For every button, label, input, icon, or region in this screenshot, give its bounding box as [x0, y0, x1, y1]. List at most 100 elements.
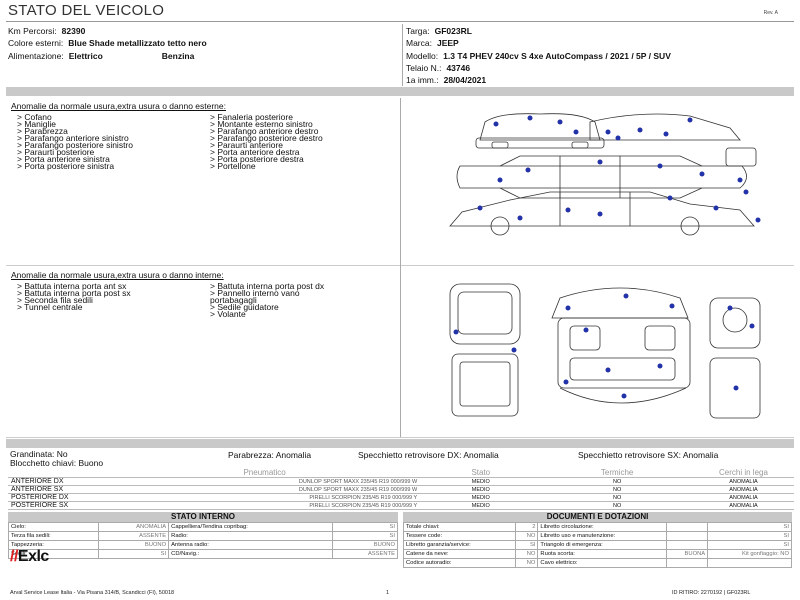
cell: ANOMALIA — [97, 522, 170, 532]
km-row: Km Percorsi: 82390 — [8, 25, 402, 37]
cell: Totale chiavi: — [402, 522, 517, 532]
table-row: Sedili: SI CD/Navig.: ASSENTE — [8, 549, 398, 559]
colore-row: Colore esterni: Blue Shade metallizzato t… — [8, 37, 402, 49]
cell: SI — [707, 522, 792, 532]
marca-value: JEEP — [436, 38, 459, 49]
tyre-cerchi: ANOMALIA — [692, 485, 794, 494]
cell: Codice autoradio: — [402, 558, 517, 568]
alimentazione-value: Elettrico — [68, 50, 103, 61]
cell: 2 — [515, 522, 539, 532]
table-row: ANTERIORE DX DUNLOP SPORT MAXX 235/45 R1… — [8, 477, 794, 486]
documenti-table: Totale chiavi: 2 Libretto circolazione: SI … — [402, 522, 792, 568]
km-value: 82390 — [61, 26, 86, 36]
km-label: Km Percorsi: — [8, 26, 57, 36]
revision-label: Rev. A — [763, 10, 778, 16]
external-list-1: > Cofano > Maniglie > Parabrezza > Paraf… — [17, 113, 133, 171]
tyre-position: ANTERIORE SX — [8, 485, 110, 494]
internal-list-2: > Battuta interna porta post dx > Pannel… — [210, 282, 324, 319]
alimentazione-value-2: Benzina — [161, 50, 195, 61]
interior-damage-markers — [453, 293, 755, 399]
cell — [665, 540, 709, 550]
tyres-table: Pneumatico Stato Termiche Cerchi in lega… — [8, 468, 794, 510]
table-row: Terza fila sedili: ASSENTE Radio: SI — [8, 531, 398, 541]
tyre-stato: MEDIO — [420, 501, 542, 510]
internal-list-1: > Battuta interna porta ant sx > Battuta… — [17, 282, 131, 312]
documenti-title: DOCUMENTI E DOTAZIONI — [403, 512, 792, 522]
targa-row: Targa: GF023RL — [406, 25, 794, 37]
tyre-model: PIRELLI SCORPION 235/45 R19 000/999 Y — [109, 501, 421, 510]
cell: Tessere code: — [402, 531, 517, 541]
tyre-termiche: NO — [541, 493, 693, 502]
footer-address: Arval Service Lease Italia - Via Pisana … — [10, 590, 175, 596]
cell: SI — [707, 540, 792, 550]
imm-label: 1a imm.: — [406, 75, 439, 86]
specchietto-dx-status: Specchietto retrovisore DX: Anomalia — [358, 450, 499, 460]
external-title: Anomalie da normale usura,extra usura o … — [11, 101, 226, 111]
tyre-model: PIRELLI SCORPION 235/45 R19 000/999 Y — [109, 493, 421, 502]
cell: NO — [515, 531, 539, 541]
cell: BUONA — [665, 549, 709, 559]
cell: Libretto circolazione: — [537, 522, 667, 532]
cell — [665, 522, 709, 532]
telaio-value: 43746 — [446, 62, 471, 73]
vehicle-info-left: Km Percorsi: 82390 Colore esterni: Blue Sh… — [8, 25, 402, 62]
table-row: Tappezzeria: BUONO Antenna radio: BUONO — [8, 540, 398, 550]
stato-interno-section: STATO INTERNO Cielo: ANOMALIA Cappelliera/… — [8, 512, 398, 559]
cell: Cavo elettrico: — [537, 558, 667, 568]
tyre-cerchi: ANOMALIA — [692, 501, 794, 510]
cell: Catene da neve: — [402, 549, 517, 559]
external-item: > Portellone — [210, 161, 256, 171]
modello-row: Modello: 1.3 T4 PHEV 240cv S 4xe AutoComp… — [406, 50, 794, 62]
stato-interno-title: STATO INTERNO — [8, 512, 398, 522]
tyre-position: POSTERIORE SX — [8, 501, 110, 510]
cell: SI — [707, 531, 792, 541]
exterior-damage-markers — [477, 115, 761, 223]
cell: Cappelliera/Tendina copribag: — [168, 522, 334, 532]
alimentazione-label: Alimentazione: — [8, 50, 64, 61]
modello-value: 1.3 T4 PHEV 240cv S 4xe AutoCompass / 20… — [443, 50, 671, 61]
cell: Terza fila sedili: — [8, 531, 99, 541]
immatricolazione-row: 1a imm.: 28/04/2021 — [406, 74, 794, 86]
marca-row: Marca: JEEP — [406, 37, 794, 49]
table-row: POSTERIORE DX PIRELLI SCORPION 235/45 R1… — [8, 493, 794, 502]
modello-label: Modello: — [406, 50, 439, 61]
tyre-model: DUNLOP SPORT MAXX 235/45 R19 000/999 W — [109, 477, 421, 486]
cell — [707, 558, 792, 568]
section-band-2 — [6, 439, 794, 448]
parabrezza-status: Parabrezza: Anomalia — [228, 450, 312, 460]
external-list-2: > Fanaleria posteriore > Montante estern… — [210, 113, 323, 171]
tyre-stato: MEDIO — [420, 493, 542, 502]
vehicle-info-right: Targa: GF023RL Marca: JEEP Modello: 1.3 T4 … — [406, 25, 794, 86]
colore-value: Blue Shade metallizzato tetto nero — [68, 38, 207, 49]
cerchi-header: Cerchi in lega — [692, 468, 794, 478]
internal-item: > Volante — [210, 309, 246, 319]
section-band — [6, 87, 794, 96]
marca-label: Marca: — [406, 38, 432, 49]
cell: SI — [332, 531, 398, 541]
cell: SI — [332, 522, 398, 532]
cell: BUONO — [332, 540, 398, 550]
cell: NO — [515, 558, 539, 568]
colore-label: Colore esterni: — [8, 38, 64, 49]
targa-value: GF023RL — [434, 26, 472, 36]
status-line: Grandinata: No Blocchetto chiavi: Buono — [10, 450, 103, 468]
table-row: Codice autoradio: NO Cavo elettrico: — [402, 558, 792, 568]
table-row: Tessere code: NO Libretto uso e manutenzio… — [402, 531, 792, 541]
footer-page-number: 1 — [386, 590, 390, 596]
table-row: Cielo: ANOMALIA Cappelliera/Tendina coprib… — [8, 522, 398, 532]
stato-interno-table: Cielo: ANOMALIA Cappelliera/Tendina coprib… — [8, 522, 398, 559]
cell: Libretto garanzia/service: — [402, 540, 517, 550]
cell: Cielo: — [8, 522, 99, 532]
tyre-termiche: NO — [541, 477, 693, 486]
cell: Ruota scorta: — [537, 549, 667, 559]
cell: Triangolo di emergenza: — [537, 540, 667, 550]
table-row: Catene da neve: NO Ruota scorta: BUONA Kit g… — [402, 549, 792, 559]
specchietto-sx-status: Specchietto retrovisore SX: Anomalia — [578, 450, 719, 460]
alimentazione-row: Alimentazione: Elettrico Benzina — [8, 50, 402, 62]
cell: Kit gonfiaggio: NO — [707, 549, 792, 559]
cell: Libretto uso e manutenzione: — [537, 531, 667, 541]
cell — [665, 558, 709, 568]
tyre-cerchi: ANOMALIA — [692, 493, 794, 502]
cell: SI — [515, 540, 539, 550]
cell: ASSENTE — [332, 549, 398, 559]
